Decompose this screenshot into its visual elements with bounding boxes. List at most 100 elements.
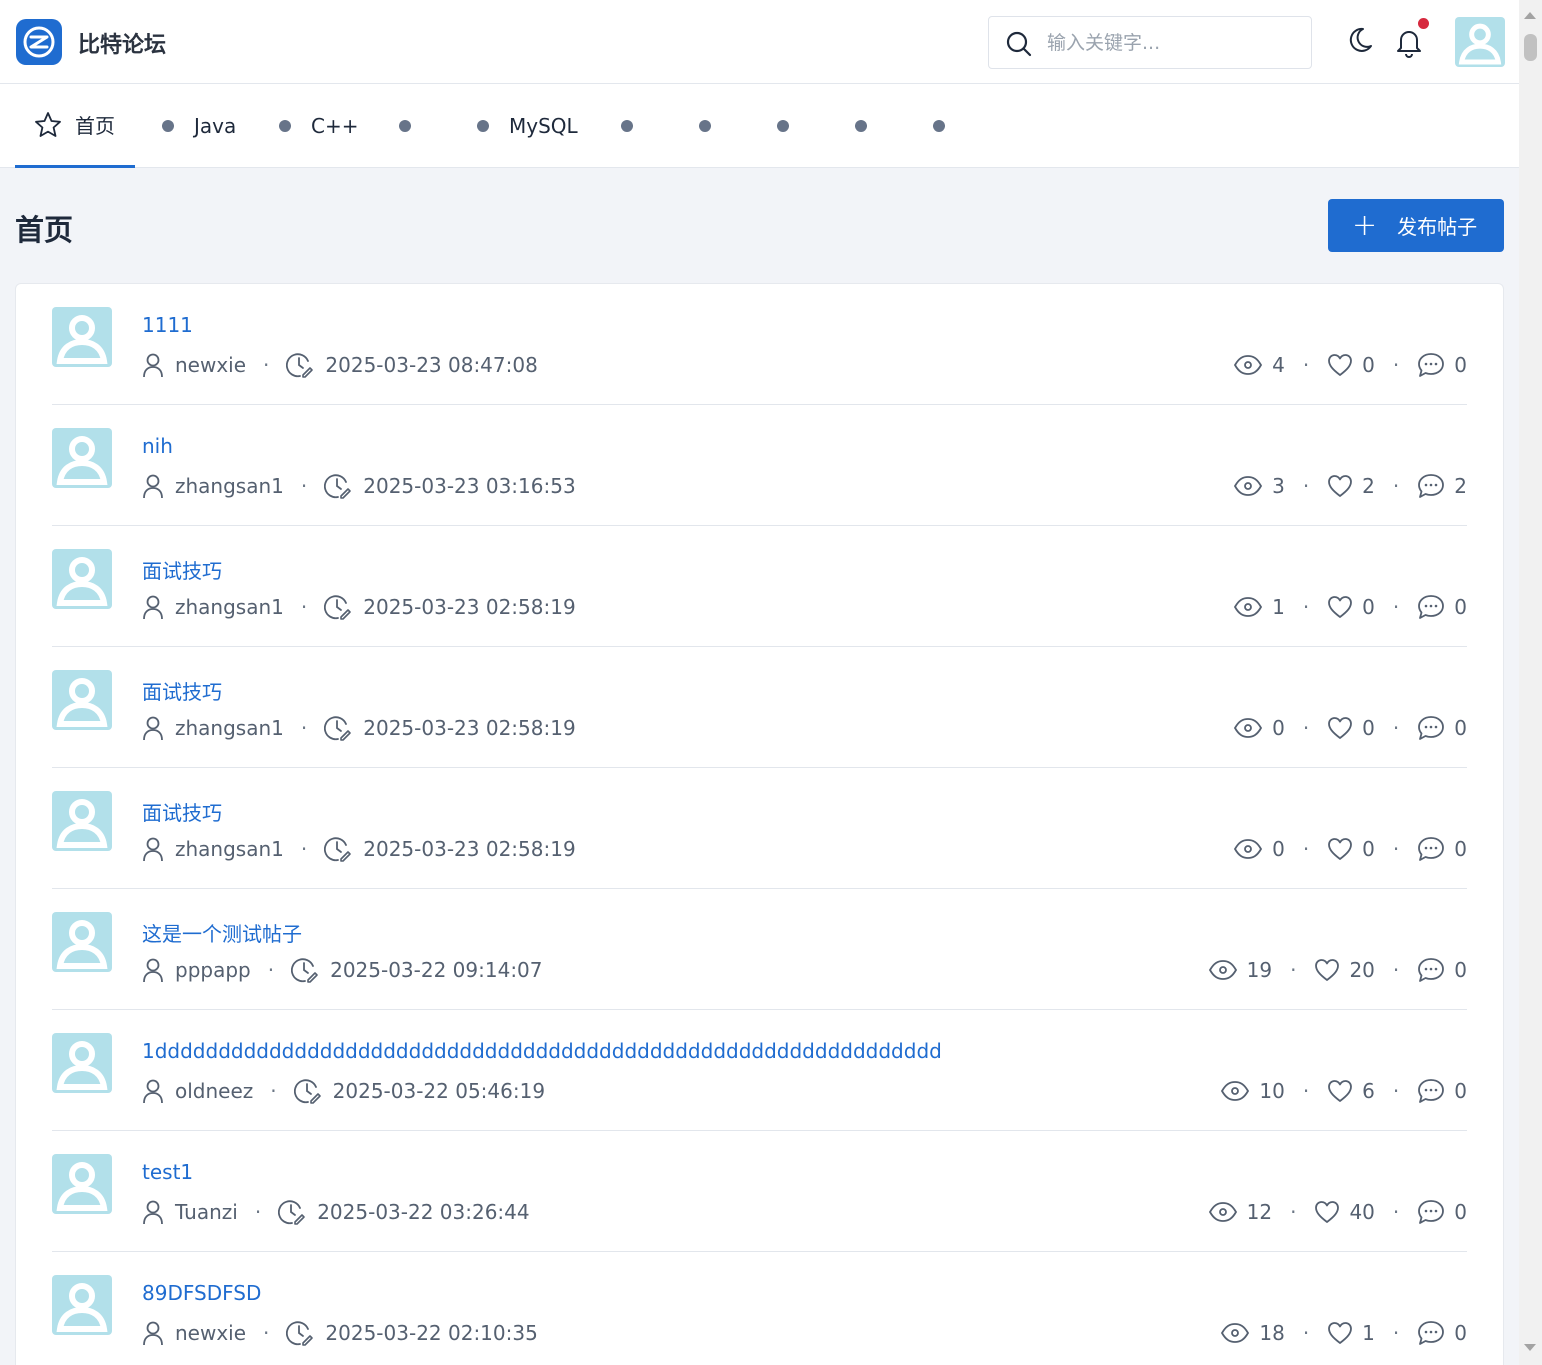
post-title[interactable]: 1111 (142, 313, 193, 337)
tab-category-9[interactable] (855, 84, 887, 168)
post-title[interactable]: nih (142, 434, 173, 458)
post-author[interactable]: newxie (142, 352, 246, 378)
author-avatar[interactable] (52, 307, 112, 367)
bell-icon[interactable] (1395, 26, 1423, 58)
like-count[interactable]: 0 (1327, 837, 1375, 861)
author-avatar[interactable] (52, 549, 112, 609)
comment-count[interactable]: 2 (1417, 473, 1467, 499)
like-count[interactable]: 0 (1327, 353, 1375, 377)
logo[interactable] (16, 19, 62, 65)
comment-icon[interactable] (1417, 836, 1445, 862)
heart-icon[interactable] (1327, 1321, 1353, 1345)
author-avatar[interactable] (52, 1033, 112, 1093)
heart-icon[interactable] (1327, 595, 1353, 619)
tab-category-10[interactable] (933, 84, 965, 168)
comment-icon[interactable] (1417, 1320, 1445, 1346)
post-row[interactable]: 这是一个测试帖子 pppapp · 2025-03-22 09:14:07 19… (52, 889, 1467, 1010)
author-name[interactable]: zhangsan1 (175, 837, 284, 861)
heart-icon[interactable] (1327, 1079, 1353, 1103)
post-row[interactable]: 面试技巧 zhangsan1 · 2025-03-23 02:58:19 (52, 647, 1467, 768)
search-icon[interactable] (1005, 30, 1033, 58)
heart-icon[interactable] (1327, 353, 1353, 377)
author-name[interactable]: Tuanzi (175, 1200, 238, 1224)
search-box[interactable] (988, 16, 1312, 69)
post-author[interactable]: zhangsan1 (142, 715, 284, 741)
comment-icon[interactable] (1417, 473, 1445, 499)
comment-count[interactable]: 0 (1417, 715, 1467, 741)
post-author[interactable]: zhangsan1 (142, 594, 284, 620)
author-name[interactable]: zhangsan1 (175, 595, 284, 619)
like-count[interactable]: 40 (1314, 1200, 1375, 1224)
post-title[interactable]: 89DFSDFSD (142, 1281, 261, 1305)
comment-icon[interactable] (1417, 352, 1445, 378)
post-row[interactable]: nih zhangsan1 · 2025-03-23 03:16:53 3 · … (52, 405, 1467, 526)
heart-icon[interactable] (1327, 716, 1353, 740)
like-count[interactable]: 1 (1327, 1321, 1375, 1345)
publish-post-button[interactable]: + 发布帖子 (1328, 199, 1504, 252)
post-title[interactable]: 面试技巧 (142, 555, 222, 584)
search-input[interactable] (1047, 27, 1297, 59)
heart-icon[interactable] (1314, 958, 1340, 982)
scroll-thumb[interactable] (1524, 34, 1537, 61)
like-count[interactable]: 6 (1327, 1079, 1375, 1103)
brand-name[interactable]: 比特论坛 (78, 27, 166, 59)
tab-category-8[interactable] (777, 84, 809, 168)
post-title[interactable]: test1 (142, 1160, 193, 1184)
tab-java[interactable]: Java (162, 84, 236, 168)
post-row[interactable]: 面试技巧 zhangsan1 · 2025-03-23 02:58:19 (52, 768, 1467, 889)
tab-category-4[interactable] (399, 84, 431, 168)
post-row[interactable]: 1ddddddddddddddddddddddddddddddddddddddd… (52, 1010, 1467, 1131)
tab-mysql[interactable]: MySQL (477, 84, 578, 168)
comment-count[interactable]: 0 (1417, 1199, 1467, 1225)
comment-icon[interactable] (1417, 1078, 1445, 1104)
post-row[interactable]: test1 Tuanzi · 2025-03-22 03:26:44 12 · … (52, 1131, 1467, 1252)
comment-count[interactable]: 0 (1417, 594, 1467, 620)
author-name[interactable]: pppapp (175, 958, 251, 982)
comment-icon[interactable] (1417, 594, 1445, 620)
heart-icon[interactable] (1314, 1200, 1340, 1224)
like-count[interactable]: 0 (1327, 716, 1375, 740)
heart-icon[interactable] (1327, 474, 1353, 498)
author-name[interactable]: zhangsan1 (175, 716, 284, 740)
post-title[interactable]: 1ddddddddddddddddddddddddddddddddddddddd… (142, 1039, 942, 1063)
author-avatar[interactable] (52, 791, 112, 851)
tab-home[interactable]: 首页 (15, 84, 135, 168)
comment-count[interactable]: 0 (1417, 836, 1467, 862)
author-avatar[interactable] (52, 1275, 112, 1335)
post-author[interactable]: Tuanzi (142, 1199, 238, 1225)
like-count[interactable]: 0 (1327, 595, 1375, 619)
post-title[interactable]: 面试技巧 (142, 797, 222, 826)
comment-count[interactable]: 0 (1417, 1320, 1467, 1346)
post-title[interactable]: 面试技巧 (142, 676, 222, 705)
like-count[interactable]: 20 (1314, 958, 1375, 982)
author-name[interactable]: newxie (175, 1321, 246, 1345)
post-author[interactable]: pppapp (142, 957, 251, 983)
tab-category-6[interactable] (621, 84, 653, 168)
like-count[interactable]: 2 (1327, 474, 1375, 498)
author-avatar[interactable] (52, 912, 112, 972)
tab-cpp[interactable]: C++ (279, 84, 358, 168)
post-author[interactable]: newxie (142, 1320, 246, 1346)
author-avatar[interactable] (52, 428, 112, 488)
page-scrollbar[interactable] (1519, 0, 1542, 1365)
scroll-down-arrow[interactable] (1524, 1344, 1536, 1351)
scroll-up-arrow[interactable] (1524, 12, 1536, 19)
post-author[interactable]: zhangsan1 (142, 473, 284, 499)
tab-category-7[interactable] (699, 84, 731, 168)
comment-icon[interactable] (1417, 715, 1445, 741)
heart-icon[interactable] (1327, 837, 1353, 861)
author-avatar[interactable] (52, 670, 112, 730)
post-row[interactable]: 面试技巧 zhangsan1 · 2025-03-23 02:58:19 (52, 526, 1467, 647)
comment-icon[interactable] (1417, 957, 1445, 983)
author-name[interactable]: zhangsan1 (175, 474, 284, 498)
comment-icon[interactable] (1417, 1199, 1445, 1225)
post-title[interactable]: 这是一个测试帖子 (142, 918, 302, 947)
author-avatar[interactable] (52, 1154, 112, 1214)
post-author[interactable]: zhangsan1 (142, 836, 284, 862)
moon-icon[interactable] (1346, 26, 1374, 56)
author-name[interactable]: newxie (175, 353, 246, 377)
post-row[interactable]: 1111 newxie · 2025-03-23 08:47:08 4 · 0 … (52, 284, 1467, 405)
comment-count[interactable]: 0 (1417, 1078, 1467, 1104)
post-row[interactable]: 89DFSDFSD newxie · 2025-03-22 02:10:35 1… (52, 1252, 1467, 1365)
author-name[interactable]: oldneez (175, 1079, 253, 1103)
